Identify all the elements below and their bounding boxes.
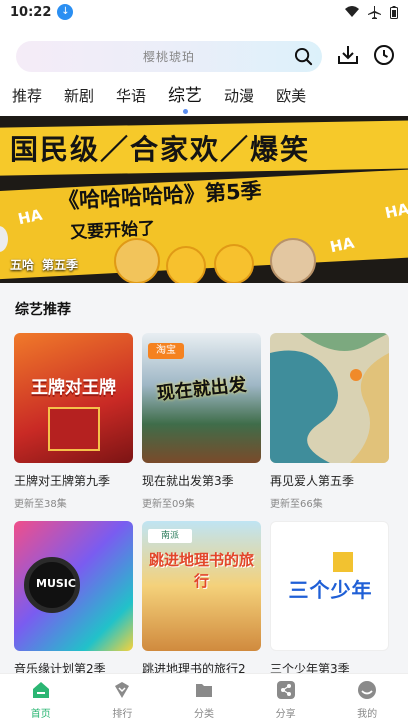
show-update-status: 更新至66集 [270,499,323,510]
folder-icon [195,684,212,697]
tab-variety[interactable]: 综艺 [168,82,202,114]
share-icon [276,681,295,699]
tab-western[interactable]: 欧美 [276,82,306,110]
show-update-status: 更新至38集 [14,499,67,510]
show-card[interactable]: MUSIC 音乐缘计划第2季 [14,521,133,677]
show-card[interactable]: 王牌对王牌 王牌对王牌第九季 更新至38集 [14,333,133,510]
banner-caption-season: 第五季 [42,258,79,272]
battery-icon [390,5,398,19]
show-title: 再见爱人第五季 [270,474,355,488]
section-title: 综艺推荐 [15,302,71,318]
banner-headline: 国民级／合家欢／爆笑 [10,133,311,166]
download-notification-icon: ↓ [57,4,74,20]
show-poster[interactable] [270,333,389,463]
poster-stage [48,407,100,451]
nav-home[interactable]: 首页 [0,674,82,725]
poster-title: 跳进地理书的旅行 [148,551,254,590]
poster-title: 现在就出发 [155,374,248,405]
search-bar[interactable]: 樱桃琥珀 [16,41,322,72]
nav-share[interactable]: 分享 [245,674,327,725]
airplane-icon [368,5,381,19]
emoji-face-elder [114,238,160,283]
show-poster[interactable]: 南派 跳进地理书的旅行 [142,521,261,651]
download-icon[interactable] [336,43,360,67]
platform-badge: 南派 [148,529,192,543]
show-card[interactable]: 淘宝 现在就出发 现在就出发第3季 更新至09集 [142,333,261,510]
tab-anime[interactable]: 动漫 [224,82,254,110]
tab-new-drama[interactable]: 新剧 [64,82,94,110]
status-icons [345,5,398,19]
emoji-face-smile [166,246,206,283]
taobao-badge: 淘宝 [148,343,184,359]
search-icon[interactable] [294,47,313,66]
app-header: 樱桃琥珀 推荐 新剧 华语 综艺 动漫 欧美 [0,24,408,116]
poster-block [333,552,353,572]
poster-art [270,333,389,463]
search-placeholder: 樱桃琥珀 [142,50,195,64]
nav-profile[interactable]: 我的 [326,674,408,725]
poster-title: MUSIC [36,577,76,590]
poster-title: 三个少年 [288,578,373,602]
show-title: 王牌对王牌第九季 [14,474,111,488]
poster-title: 王牌对王牌 [31,378,116,398]
show-card[interactable]: 三个少年 三个少年第3季 [270,521,389,677]
status-bar: 10:22 ↓ [0,0,408,24]
show-card[interactable]: 再见爱人第五季 更新至66集 [270,333,389,510]
category-tabs: 推荐 新剧 华语 综艺 动漫 欧美 [0,82,408,116]
profile-icon [358,681,377,699]
tab-chinese[interactable]: 华语 [116,82,146,110]
wifi-icon [345,6,359,17]
show-update-status: 更新至09集 [142,499,195,510]
nav-ranking[interactable]: 排行 [82,674,164,725]
show-poster[interactable]: MUSIC [14,521,133,651]
nav-category[interactable]: 分类 [163,674,245,725]
emoji-face-laugh [214,244,254,283]
featured-banner[interactable]: 国民级／合家欢／爆笑 《哈哈哈哈哈》第5季 又要开始了 HA HA HA 五哈第… [0,116,408,283]
show-poster[interactable]: 淘宝 现在就出发 [142,333,261,463]
bottom-nav: 首页 排行 分类 分享 我的 [0,673,408,725]
status-time: 10:22 [10,4,52,20]
emoji-face-grandma [270,238,316,283]
banner-caption: 五哈 第五季 [10,256,86,273]
variety-recommend-section: 综艺推荐 王牌对王牌 王牌对王牌第九季 更新至38集 淘宝 现在就出发 现在就出… [0,283,408,676]
active-tab-indicator [182,109,188,114]
show-poster[interactable]: 三个少年 [270,521,389,651]
show-title: 现在就出发第3季 [142,474,234,488]
home-icon [32,682,49,698]
show-card[interactable]: 南派 跳进地理书的旅行 跳进地理书的旅行2 [142,521,261,677]
tab-recommend[interactable]: 推荐 [12,82,42,110]
history-icon[interactable] [372,43,396,67]
show-poster[interactable]: 王牌对王牌 [14,333,133,463]
banner-caption-title: 五哈 [10,258,35,272]
rank-icon [115,682,130,698]
